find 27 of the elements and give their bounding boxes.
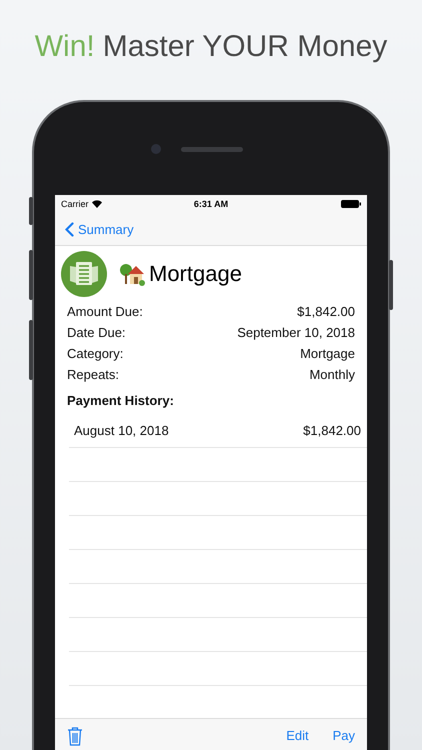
camera-icon [151, 144, 161, 154]
detail-label: Repeats: [67, 367, 120, 382]
battery-icon [341, 200, 361, 208]
house-icon [119, 262, 145, 286]
status-time: 6:31 AM [194, 199, 228, 209]
payment-amount: $1,842.00 [303, 423, 361, 438]
detail-value: $1,842.00 [297, 304, 355, 319]
detail-value: Mortgage [300, 346, 355, 361]
detail-label: Amount Due: [67, 304, 143, 319]
headline-accent: Win! [34, 30, 95, 65]
wifi-icon [92, 200, 102, 208]
detail-label: Date Due: [67, 325, 126, 340]
trash-icon[interactable] [67, 726, 83, 746]
bill-title: Mortgage [149, 261, 242, 287]
payment-date: August 10, 2018 [74, 423, 169, 438]
detail-value: September 10, 2018 [237, 325, 355, 340]
toolbar-button[interactable]: Pay [330, 726, 357, 745]
toolbar-button[interactable]: Edit [284, 726, 311, 745]
detail-value: Monthly [309, 367, 355, 382]
speaker-grille [181, 147, 243, 152]
carrier-label: Carrier [61, 199, 89, 209]
chevron-left-icon [65, 222, 74, 236]
headline: Master YOUR Money [102, 30, 388, 65]
section-heading: Payment History: [66, 392, 175, 410]
back-button[interactable]: Summary [63, 220, 136, 238]
bill-icon [61, 251, 107, 297]
detail-label: Category: [67, 346, 124, 361]
